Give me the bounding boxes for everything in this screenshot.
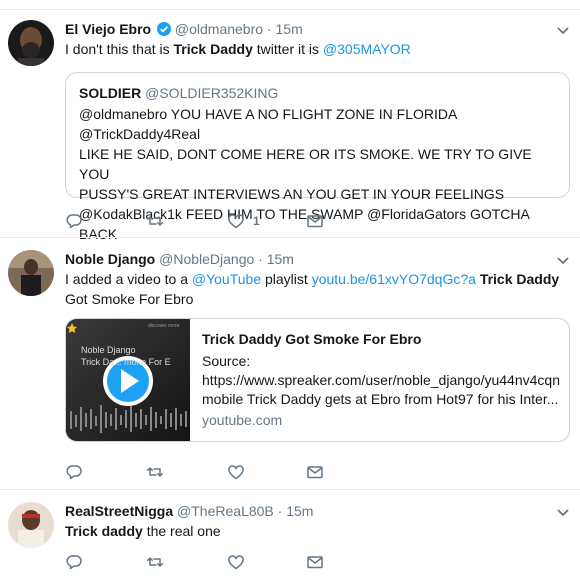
tweet[interactable]: El Viejo Ebro @oldmanebro · 15m I don't …: [0, 9, 580, 242]
thumbnail-title: Trick Da... moke For E: [81, 357, 171, 367]
timestamp[interactable]: 15m: [286, 503, 313, 519]
retweet-icon: [147, 467, 163, 477]
tweet-text: I added a video to a @YouTube playlist y…: [65, 269, 562, 309]
retweet-button[interactable]: [146, 462, 164, 482]
reply-button[interactable]: [65, 211, 83, 231]
text-bold: Trick Daddy: [479, 271, 560, 287]
tweet-text: I don't this that is Trick Daddy twitter…: [65, 39, 562, 59]
retweet-icon: [147, 557, 163, 567]
thumbnail-channel-name: Noble Django: [81, 345, 136, 355]
avatar[interactable]: [8, 20, 54, 66]
envelope-icon: [307, 466, 323, 479]
tweet-header: Noble Django @NobleDjango · 15m: [65, 250, 550, 268]
like-button[interactable]: 1: [227, 211, 260, 231]
tweet-actions: [65, 552, 355, 572]
separator-dot: ·: [273, 503, 287, 519]
message-button[interactable]: [306, 552, 324, 572]
separator-dot: ·: [254, 251, 267, 267]
timestamp[interactable]: 15m: [267, 251, 294, 267]
like-button[interactable]: [227, 462, 245, 482]
chevron-down-icon[interactable]: [556, 256, 570, 266]
display-name[interactable]: Noble Django: [65, 251, 155, 267]
like-button[interactable]: [227, 552, 245, 572]
tweet-actions: 1: [65, 211, 355, 231]
retweet-button[interactable]: [146, 552, 164, 572]
quote-header: SOLDIER @SOLDIER352KING: [79, 84, 556, 102]
card-domain: youtube.com: [202, 412, 283, 428]
tweet[interactable]: Noble Django @NobleDjango · 15m I added …: [0, 237, 580, 489]
retweet-icon: [147, 216, 163, 226]
envelope-icon: [307, 215, 323, 228]
card-title: Trick Daddy Got Smoke For Ebro: [202, 331, 422, 347]
text-segment: I added a video to a: [65, 271, 192, 287]
chevron-down-icon[interactable]: [556, 26, 570, 36]
reply-icon: [66, 465, 82, 480]
tweet-text: Trick daddy the real one: [65, 521, 562, 541]
card-desc-line: https://www.spreaker.com/user/noble_djan…: [202, 372, 560, 388]
card-desc-line: Source:: [202, 353, 251, 369]
card-description: Source: https://www.spreaker.com/user/no…: [202, 352, 561, 409]
tweet-actions: [65, 462, 355, 482]
retweet-button[interactable]: [146, 211, 164, 231]
quote-display-name: SOLDIER: [79, 85, 142, 101]
tweet-header: RealStreetNigga @TheReaL80B · 15m: [65, 502, 550, 520]
text-segment: playlist: [261, 271, 312, 287]
link-card[interactable]: Noble Django Trick Da... moke For E disc…: [65, 318, 570, 442]
card-desc-line: mobile Trick Daddy gets at Ebro from Hot…: [202, 391, 559, 407]
url-link[interactable]: youtu.be/61xvYO7dqGc?a: [312, 271, 476, 287]
like-count: 1: [253, 214, 260, 228]
quote-line: @oldmanebro YOU HAVE A NO FLIGHT ZONE IN…: [79, 106, 457, 142]
reply-button[interactable]: [65, 462, 83, 482]
video-thumbnail[interactable]: Noble Django Trick Da... moke For E disc…: [66, 319, 190, 441]
tweet-header: El Viejo Ebro @oldmanebro · 15m: [65, 20, 550, 38]
text-segment: twitter it is: [252, 41, 323, 57]
display-name[interactable]: El Viejo Ebro: [65, 21, 151, 37]
text-segment: Got Smoke For Ebro: [65, 291, 194, 307]
user-handle[interactable]: @NobleDjango: [159, 251, 254, 267]
tweet[interactable]: RealStreetNigga @TheReaL80B · 15m Trick …: [0, 489, 580, 582]
reply-button[interactable]: [65, 552, 83, 572]
heart-icon: [228, 465, 244, 480]
mention-link[interactable]: @YouTube: [192, 271, 261, 287]
card-body: Trick Daddy Got Smoke For Ebro Source: h…: [202, 330, 561, 430]
text-segment: the real one: [142, 523, 221, 539]
envelope-icon: [307, 556, 323, 569]
timestamp[interactable]: 15m: [276, 21, 303, 37]
user-handle[interactable]: @TheReaL80B: [177, 503, 274, 519]
message-button[interactable]: [306, 462, 324, 482]
text-segment: I don't this that is: [65, 41, 174, 57]
avatar[interactable]: [8, 250, 54, 296]
avatar[interactable]: [8, 502, 54, 548]
user-handle[interactable]: @oldmanebro: [175, 21, 263, 37]
chevron-down-icon[interactable]: [556, 508, 570, 518]
text-bold: Trick daddy: [65, 523, 143, 539]
mention-link[interactable]: @305MAYOR: [323, 41, 411, 57]
quote-handle: @SOLDIER352KING: [145, 85, 279, 101]
heart-icon: [228, 555, 244, 570]
reply-icon: [66, 214, 82, 229]
thumbnail-corner-text: discover more: [148, 323, 180, 329]
verified-badge-icon: [157, 22, 171, 36]
display-name[interactable]: RealStreetNigga: [65, 503, 173, 519]
reply-icon: [66, 555, 82, 570]
message-button[interactable]: [306, 211, 324, 231]
quote-line: PUSSY'S GREAT INTERVIEWS AN YOU GET IN Y…: [79, 186, 505, 202]
quote-line: LIKE HE SAID, DONT COME HERE OR ITS SMOK…: [79, 146, 532, 182]
quoted-tweet[interactable]: SOLDIER @SOLDIER352KING @oldmanebro YOU …: [65, 72, 570, 242]
text-bold: Trick Daddy: [173, 41, 253, 57]
separator-dot: ·: [263, 21, 276, 37]
heart-icon: [228, 214, 244, 229]
